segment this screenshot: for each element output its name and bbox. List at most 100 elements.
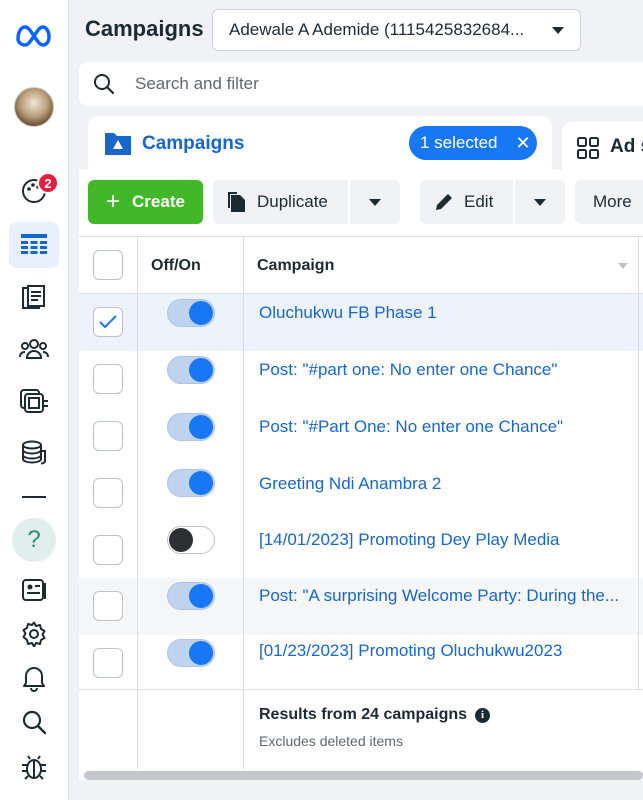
create-button[interactable]: + Create	[88, 180, 203, 224]
duplicate-dropdown-button[interactable]	[350, 180, 400, 224]
search-input[interactable]	[135, 74, 575, 94]
campaign-name-link[interactable]: [14/01/2023] Promoting Dey Play Media	[259, 530, 634, 550]
bottom-strip	[69, 780, 643, 800]
search-nav[interactable]	[9, 699, 59, 745]
notifications-button[interactable]: 2	[9, 168, 59, 214]
table-row[interactable]: [01/23/2023] Promoting Oluchukwu2023	[79, 635, 643, 692]
delivery-toggle[interactable]	[167, 582, 215, 610]
edit-dropdown-button[interactable]	[515, 180, 565, 224]
column-header-offon[interactable]: Off/On	[151, 257, 201, 275]
sort-caret-icon[interactable]	[618, 263, 628, 269]
search-icon	[94, 74, 115, 95]
delivery-toggle[interactable]	[167, 526, 215, 554]
campaign-name-link[interactable]: [01/23/2023] Promoting Oluchukwu2023	[259, 641, 634, 661]
selection-count-text: 1 selected	[420, 133, 498, 152]
row-checkbox[interactable]	[93, 591, 123, 621]
column-header-campaign[interactable]: Campaign	[257, 257, 334, 275]
duplicate-button[interactable]: Duplicate	[213, 180, 348, 224]
create-label: Create	[132, 192, 185, 211]
excludes-note: Excludes deleted items	[259, 733, 403, 749]
column-divider	[137, 237, 138, 769]
gear-icon	[22, 621, 46, 647]
row-checkbox[interactable]	[93, 364, 123, 394]
search-icon	[22, 710, 47, 735]
table-row[interactable]: Oluchukwu FB Phase 1	[79, 294, 643, 351]
bug-icon	[22, 755, 46, 780]
table-row[interactable]: Greeting Ndi Anambra 2	[79, 465, 643, 522]
more-label: More	[593, 192, 632, 211]
toolbar: + Create Duplicate Edit More	[79, 170, 643, 236]
audiences-nav[interactable]	[9, 326, 59, 372]
meta-logo-icon[interactable]	[9, 12, 59, 58]
select-all-checkbox[interactable]	[93, 250, 123, 280]
pages-nav[interactable]	[9, 275, 59, 321]
column-divider	[243, 237, 244, 769]
selection-count-pill[interactable]: 1 selected ✕	[409, 126, 537, 160]
table-row[interactable]: Post: "#part one: No enter one Chance"	[79, 351, 643, 408]
coins-stack-icon	[22, 440, 46, 465]
row-checkbox[interactable]	[93, 535, 123, 565]
results-summary: Results from 24 campaigns i	[259, 706, 491, 724]
id-card-icon	[22, 579, 46, 601]
table-row[interactable]: Post: "A surprising Welcome Party: Durin…	[79, 578, 643, 635]
info-icon[interactable]: i	[475, 707, 491, 723]
close-icon[interactable]: ✕	[516, 133, 531, 154]
notifications-bell-nav[interactable]	[9, 655, 59, 701]
edit-label: Edit	[464, 192, 494, 211]
column-divider	[638, 237, 639, 689]
table-grid-icon	[21, 234, 47, 254]
grid-icon	[577, 137, 599, 159]
results-count-text: Results from 24 campaigns	[259, 706, 468, 723]
page-title: Campaigns	[85, 16, 204, 41]
tab-campaigns-label: Campaigns	[142, 133, 245, 154]
help-icon: ?	[12, 518, 56, 562]
ad-account-name: Adewale A Ademide (1115425832684...	[229, 20, 525, 39]
table-summary-row: Results from 24 campaigns i Excludes del…	[79, 689, 643, 769]
campaign-name-link[interactable]: Post: "A surprising Welcome Party: Durin…	[259, 586, 634, 606]
notification-badge: 2	[37, 172, 59, 194]
row-checkbox[interactable]	[93, 421, 123, 451]
delivery-toggle[interactable]	[167, 639, 215, 667]
chevron-down-icon	[552, 26, 564, 34]
delivery-toggle[interactable]	[167, 356, 215, 384]
campaign-name-link[interactable]: Greeting Ndi Anambra 2	[259, 474, 634, 494]
edit-button[interactable]: Edit	[420, 180, 513, 224]
settings-nav[interactable]	[9, 611, 59, 657]
checkmark-icon	[99, 315, 117, 329]
campaign-name-link[interactable]: Post: "#Part One: No enter one Chance"	[259, 417, 634, 437]
chevron-down-icon	[369, 198, 381, 206]
bell-icon	[23, 667, 45, 692]
plus-icon: +	[106, 188, 121, 215]
help-nav[interactable]: ?	[9, 517, 59, 563]
campaigns-table-nav[interactable]	[9, 222, 59, 268]
row-checkbox[interactable]	[93, 478, 123, 508]
account-settings-nav[interactable]	[9, 567, 59, 613]
table-row[interactable]: Post: "#Part One: No enter one Chance"	[79, 408, 643, 465]
pages-icon	[22, 285, 45, 309]
chevron-down-icon	[534, 198, 546, 206]
duplicate-label: Duplicate	[257, 192, 328, 211]
more-button[interactable]: More	[575, 180, 643, 224]
campaigns-table: Off/On Campaign Oluchukwu FB Phase 1 Pos…	[79, 236, 643, 780]
profile-avatar-button[interactable]	[9, 84, 59, 130]
delivery-toggle[interactable]	[167, 469, 215, 497]
delivery-toggle[interactable]	[167, 413, 215, 441]
row-checkbox[interactable]	[93, 307, 123, 337]
report-bug-nav[interactable]	[9, 744, 59, 790]
left-nav-rail: 2 ?	[0, 0, 69, 800]
table-row[interactable]: [14/01/2023] Promoting Dey Play Media	[79, 522, 643, 579]
row-checkbox[interactable]	[93, 648, 123, 678]
people-icon	[19, 339, 49, 359]
billing-nav[interactable]	[9, 430, 59, 476]
delivery-toggle[interactable]	[167, 299, 215, 327]
catalog-nav[interactable]	[9, 378, 59, 424]
table-header: Off/On Campaign	[79, 237, 643, 294]
horizontal-scrollbar[interactable]	[84, 771, 643, 780]
catalog-icon	[20, 389, 48, 413]
campaign-name-link[interactable]: Post: "#part one: No enter one Chance"	[259, 360, 634, 380]
tab-ad-sets-label: Ad s	[610, 136, 643, 157]
duplicate-icon	[228, 192, 245, 212]
campaign-name-link[interactable]: Oluchukwu FB Phase 1	[259, 303, 634, 323]
ad-account-selector[interactable]: Adewale A Ademide (1115425832684...	[212, 9, 581, 51]
rail-divider	[22, 496, 46, 498]
